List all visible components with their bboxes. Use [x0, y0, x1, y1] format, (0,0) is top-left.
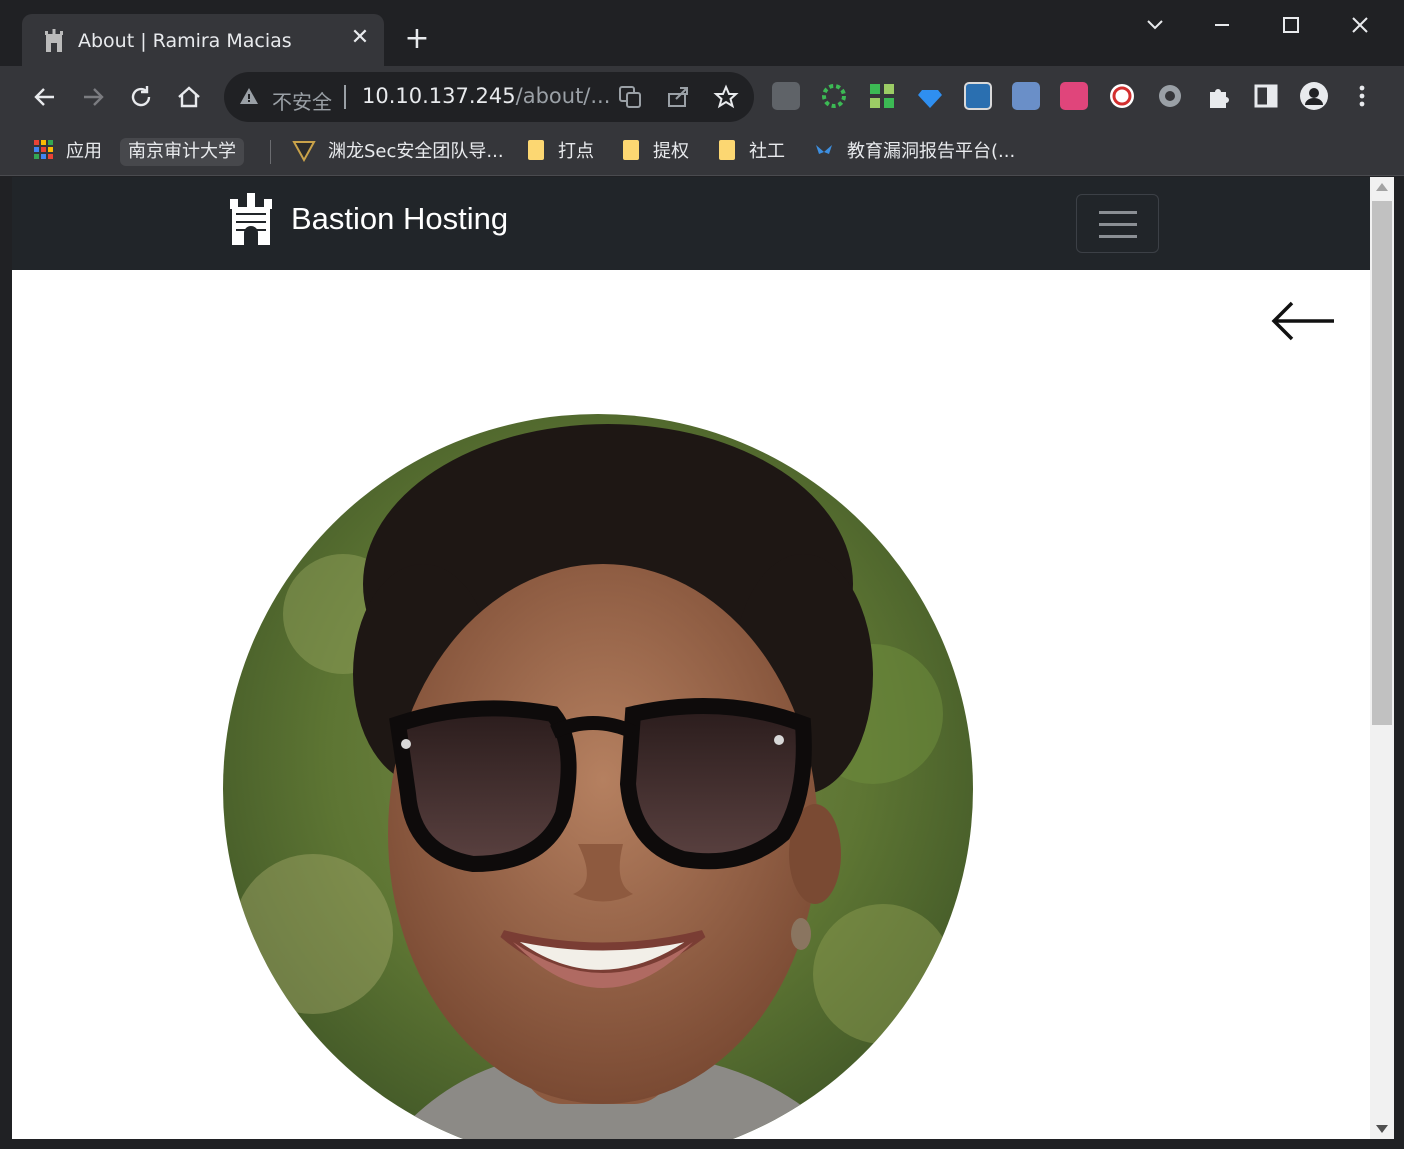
bookmark-apps[interactable]: 应用 [34, 138, 102, 166]
maximize-icon[interactable] [1276, 10, 1306, 40]
bookmark-nau[interactable]: 南京审计大学 [120, 138, 244, 166]
tab-title: About | Ramira Macias [78, 30, 292, 52]
brand-name[interactable]: Bastion Hosting [291, 201, 508, 237]
url-path: /about/... [515, 84, 611, 108]
scroll-up-icon[interactable] [1376, 183, 1388, 191]
new-tab-button[interactable]: + [402, 24, 432, 54]
extension-docs-icon[interactable] [772, 82, 800, 110]
extension-circle-icon[interactable] [1156, 82, 1184, 110]
reload-icon[interactable] [124, 80, 158, 114]
security-status-label: 不安全 [272, 90, 332, 114]
home-icon[interactable] [172, 80, 206, 114]
menu-kebab-icon[interactable] [1348, 82, 1376, 110]
tab-about[interactable]: About | Ramira Macias ✕ [22, 14, 384, 68]
close-window-icon[interactable] [1345, 10, 1375, 40]
profile-avatar-icon[interactable] [1300, 82, 1328, 110]
portrait-illustration [223, 414, 973, 1139]
bookmarks-divider [270, 140, 271, 164]
butterfly-icon [816, 145, 832, 154]
extension-gem-icon[interactable] [916, 82, 944, 110]
bookmark-label: 打点 [558, 141, 594, 162]
bookmark-label: 渊龙Sec安全团队导... [328, 141, 504, 162]
bookmark-label: 提权 [653, 141, 689, 162]
bookmark-folder-tiquan[interactable]: 提权 [623, 138, 689, 166]
bookmark-label: 教育漏洞报告平台(... [847, 141, 1016, 162]
hamburger-line [1099, 211, 1137, 214]
tab-close-icon[interactable]: ✕ [348, 26, 372, 50]
castle-favicon-icon [45, 29, 63, 52]
side-panel-icon[interactable] [1252, 82, 1280, 110]
folder-icon [623, 140, 639, 160]
share-icon[interactable] [664, 83, 692, 111]
site-navbar: Bastion Hosting [12, 177, 1370, 270]
navbar-toggler-button[interactable] [1076, 194, 1159, 253]
warning-icon[interactable] [238, 85, 260, 107]
tab-search-dropdown-icon[interactable] [1140, 10, 1170, 40]
url-host: 10.10.137.245 [362, 84, 516, 108]
folder-icon [528, 140, 544, 160]
extension-qr-icon[interactable] [868, 82, 896, 110]
folder-icon [719, 140, 735, 160]
profile-photo [223, 414, 973, 1139]
bookmark-star-icon[interactable] [712, 83, 740, 111]
dragon-logo-icon [292, 141, 316, 163]
extension-s-icon[interactable] [1108, 82, 1136, 110]
castle-logo-icon[interactable] [228, 193, 274, 245]
bookmark-edu-src[interactable]: 教育漏洞报告平台(... [815, 138, 1015, 166]
arrow-left-icon[interactable] [1270, 299, 1336, 343]
browser-toolbar: 不安全 10.10.137.245/about/... [0, 66, 1404, 128]
hamburger-line [1099, 235, 1137, 238]
extension-star-icon[interactable] [1012, 82, 1040, 110]
scroll-down-icon[interactable] [1376, 1125, 1388, 1133]
browser-window: About | Ramira Macias ✕ + 不安全 10.10.137.… [0, 0, 1404, 1149]
address-divider [344, 85, 346, 109]
tab-strip: About | Ramira Macias ✕ + [0, 0, 1404, 68]
translate-icon[interactable] [616, 83, 644, 111]
extension-translate-icon[interactable] [1060, 82, 1088, 110]
bookmarks-bar: 应用 南京审计大学 渊龙Sec安全团队导... 打点 提权 社工 教育漏洞报告平… [0, 128, 1404, 176]
forward-icon[interactable] [76, 80, 110, 114]
extension-blue-icon[interactable] [964, 82, 992, 110]
extensions-puzzle-icon[interactable] [1204, 82, 1232, 110]
bookmark-label: 南京审计大学 [128, 141, 236, 162]
url-text[interactable]: 10.10.137.245/about/... [362, 84, 610, 108]
extension-gear-icon[interactable] [820, 82, 848, 110]
back-icon[interactable] [28, 80, 62, 114]
hamburger-line [1099, 223, 1137, 226]
bookmark-folder-dadian[interactable]: 打点 [528, 138, 594, 166]
address-bar[interactable]: 不安全 10.10.137.245/about/... [224, 72, 754, 122]
apps-grid-icon [34, 140, 53, 159]
bookmark-label: 应用 [66, 141, 102, 162]
bookmark-folder-shegong[interactable]: 社工 [719, 138, 785, 166]
bookmark-label: 社工 [749, 141, 785, 162]
vertical-scrollbar[interactable] [1370, 177, 1394, 1139]
minimize-icon[interactable] [1207, 10, 1237, 40]
scroll-thumb[interactable] [1372, 201, 1392, 725]
page-viewport: Bastion Hosting [12, 177, 1370, 1139]
bookmark-yuanlong[interactable]: 渊龙Sec安全团队导... [292, 138, 504, 166]
